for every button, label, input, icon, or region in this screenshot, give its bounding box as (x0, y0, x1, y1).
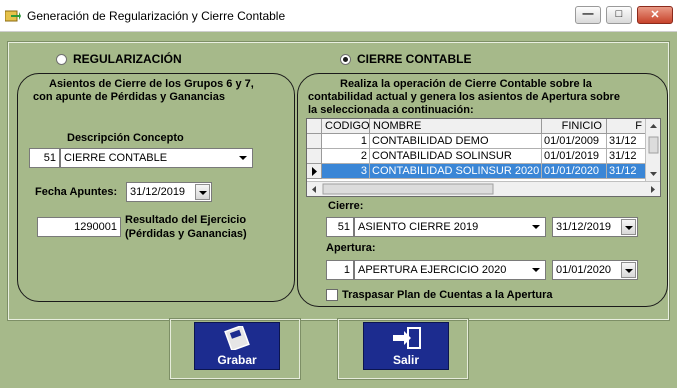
fecha-apuntes-picker[interactable]: 31/12/2019 (126, 182, 212, 202)
left-heading-line1: Asientos de Cierre de los Grupos 6 y 7, (49, 78, 254, 90)
title-bar: Generación de Regularización y Cierre Co… (0, 0, 677, 32)
current-row-arrow-icon (312, 167, 317, 176)
app-icon (5, 10, 21, 22)
contabilidades-table[interactable]: CODIGO NOMBRE FINICIO F 1 CONTABILIDAD D… (306, 118, 661, 197)
radio-cierre-label: CIERRE CONTABLE (357, 52, 472, 66)
save-icon (224, 326, 250, 350)
concepto-code-field[interactable]: 51 (29, 148, 60, 168)
traspasar-label: Traspasar Plan de Cuentas a la Apertura (342, 289, 553, 301)
radio-regularizacion-label: REGULARIZACIÓN (73, 52, 182, 66)
left-heading-line2: con apunte de Pérdidas y Ganancias (33, 91, 225, 103)
column-header-finicio[interactable]: FINICIO (542, 119, 607, 134)
chevron-down-icon[interactable] (529, 219, 544, 235)
cierre-code-field[interactable]: 51 (326, 217, 354, 237)
table-corner (307, 119, 322, 134)
table-cell-finicio[interactable]: 01/01/2009 (542, 134, 607, 149)
cierre-select-value: ASIENTO CIERRE 2019 (358, 221, 479, 233)
minimize-button[interactable]: — (575, 6, 601, 24)
chevron-down-icon[interactable] (236, 150, 251, 166)
calendar-dropdown-icon[interactable] (621, 262, 636, 278)
cierre-code-value: 51 (337, 221, 350, 233)
salir-button[interactable]: Salir (363, 322, 449, 370)
table-cell-nombre[interactable]: CONTABILIDAD SOLINSUR (370, 149, 542, 164)
row-selector[interactable] (307, 149, 322, 164)
salir-label: Salir (392, 353, 419, 367)
table-cell-codigo[interactable]: 3 (322, 164, 370, 179)
exit-icon (393, 327, 421, 349)
table-horizontal-scrollbar[interactable] (307, 181, 660, 196)
radio-regularizacion[interactable]: REGULARIZACIÓN (56, 52, 182, 66)
row-selector[interactable] (307, 134, 322, 149)
apertura-select[interactable]: APERTURA EJERCICIO 2020 (354, 260, 546, 280)
calendar-dropdown-icon[interactable] (621, 219, 636, 235)
column-header-codigo[interactable]: CODIGO (322, 119, 370, 134)
apertura-select-value: APERTURA EJERCICIO 2020 (358, 264, 507, 276)
column-header-ffin[interactable]: F (607, 119, 647, 134)
cierre-date-picker[interactable]: 31/12/2019 (552, 217, 638, 237)
concepto-select[interactable]: CIERRE CONTABLE (60, 148, 253, 168)
minimize-icon: — (582, 8, 594, 20)
table-cell-ffin[interactable]: 31/12 (607, 134, 647, 149)
concepto-label: Descripción Concepto (67, 132, 184, 144)
grabar-button[interactable]: Grabar (194, 322, 280, 370)
right-heading-line1: Realiza la operación de Cierre Contable … (340, 78, 592, 90)
concepto-select-value: CIERRE CONTABLE (64, 152, 168, 164)
table-vertical-scrollbar[interactable] (645, 119, 660, 182)
scroll-arrows-icon (648, 124, 659, 176)
window-title: Generación de Regularización y Cierre Co… (27, 9, 286, 23)
calendar-dropdown-icon[interactable] (195, 184, 210, 200)
table-cell-finicio[interactable]: 01/01/2020 (542, 164, 607, 179)
cierre-date-value: 31/12/2019 (556, 221, 612, 233)
apertura-date-picker[interactable]: 01/01/2020 (552, 260, 638, 280)
resultado-field[interactable]: 1290001 (37, 217, 121, 237)
maximize-button[interactable]: □ (606, 6, 632, 24)
table-cell-finicio[interactable]: 01/01/2019 (542, 149, 607, 164)
chevron-down-icon[interactable] (529, 262, 544, 278)
row-selector-current[interactable] (307, 164, 322, 179)
apertura-label: Apertura: (326, 242, 376, 254)
table-cell-ffin[interactable]: 31/12 (607, 149, 647, 164)
scroll-arrows-icon (312, 183, 655, 195)
radio-cierre-icon[interactable] (340, 53, 351, 65)
concepto-code-value: 51 (43, 152, 56, 164)
close-icon: ✕ (650, 9, 660, 21)
grabar-label: Grabar (217, 353, 257, 367)
table-cell-ffin[interactable]: 31/12 (607, 164, 647, 179)
cierre-label: Cierre: (328, 200, 364, 212)
table-cell-codigo[interactable]: 2 (322, 149, 370, 164)
table-cell-codigo[interactable]: 1 (322, 134, 370, 149)
table-cell-nombre[interactable]: CONTABILIDAD DEMO (370, 134, 542, 149)
client-area: REGULARIZACIÓN CIERRE CONTABLE Asientos … (0, 32, 677, 388)
traspasar-checkbox[interactable] (326, 289, 338, 301)
right-heading-line2: contabilidad actual y genera los asiento… (308, 91, 620, 103)
resultado-value: 1290001 (74, 221, 117, 233)
table-cell-nombre[interactable]: CONTABILIDAD SOLINSUR 2020 (370, 164, 542, 179)
column-header-nombre[interactable]: NOMBRE (370, 119, 542, 134)
radio-cierre-contable[interactable]: CIERRE CONTABLE (340, 52, 471, 66)
resultado-label-line1: Resultado del Ejercicio (125, 214, 247, 226)
cierre-select[interactable]: ASIENTO CIERRE 2019 (354, 217, 546, 237)
apertura-date-value: 01/01/2020 (556, 264, 612, 276)
fecha-apuntes-label: Fecha Apuntes: (35, 186, 118, 198)
radio-regularizacion-icon[interactable] (56, 53, 67, 65)
right-heading-line3: la seleccionada a continuación: (308, 104, 474, 116)
maximize-icon: □ (615, 8, 623, 20)
resultado-label-line2: (Pérdidas y Ganancias) (125, 228, 247, 240)
fecha-apuntes-value: 31/12/2019 (130, 186, 186, 198)
apertura-code-value: 1 (343, 264, 350, 276)
apertura-code-field[interactable]: 1 (326, 260, 354, 280)
close-button[interactable]: ✕ (637, 6, 673, 24)
